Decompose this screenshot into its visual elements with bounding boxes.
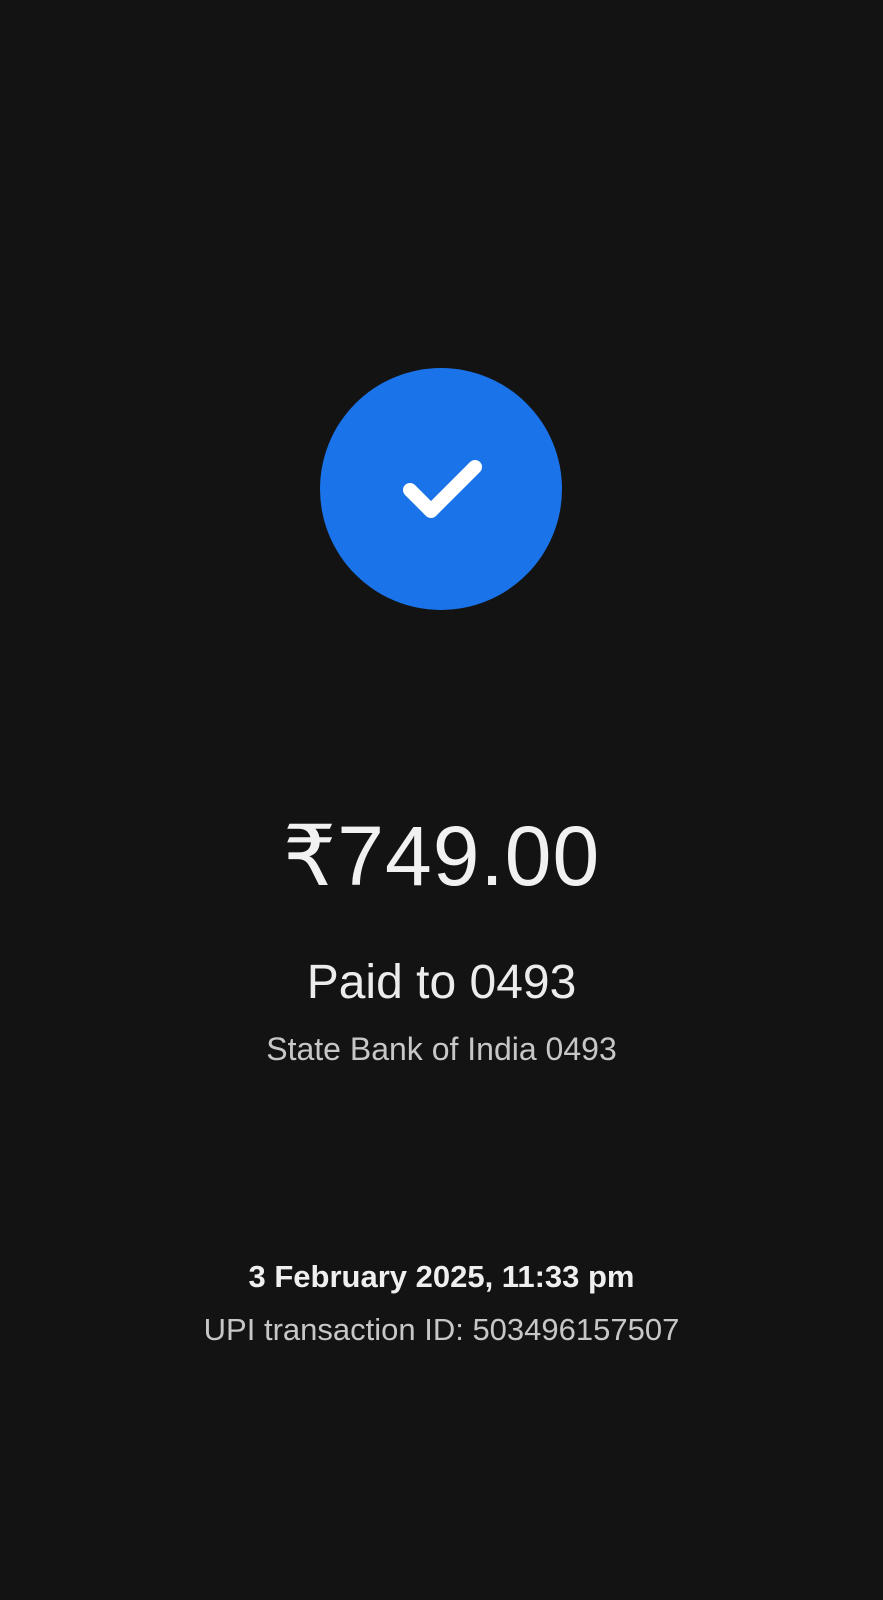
payment-datetime: 3 February 2025, 11:33 pm bbox=[248, 1259, 635, 1294]
upi-transaction-id: UPI transaction ID: 503496157507 bbox=[203, 1312, 680, 1347]
success-badge bbox=[320, 368, 562, 610]
check-icon bbox=[403, 460, 482, 518]
recipient-bank: State Bank of India 0493 bbox=[266, 1031, 617, 1067]
recipient-title: Paid to 0493 bbox=[306, 956, 577, 1009]
payment-amount: ₹749.00 bbox=[282, 809, 601, 903]
payment-success-screen: ₹749.00 Paid to 0493 State Bank of India… bbox=[0, 0, 883, 1600]
